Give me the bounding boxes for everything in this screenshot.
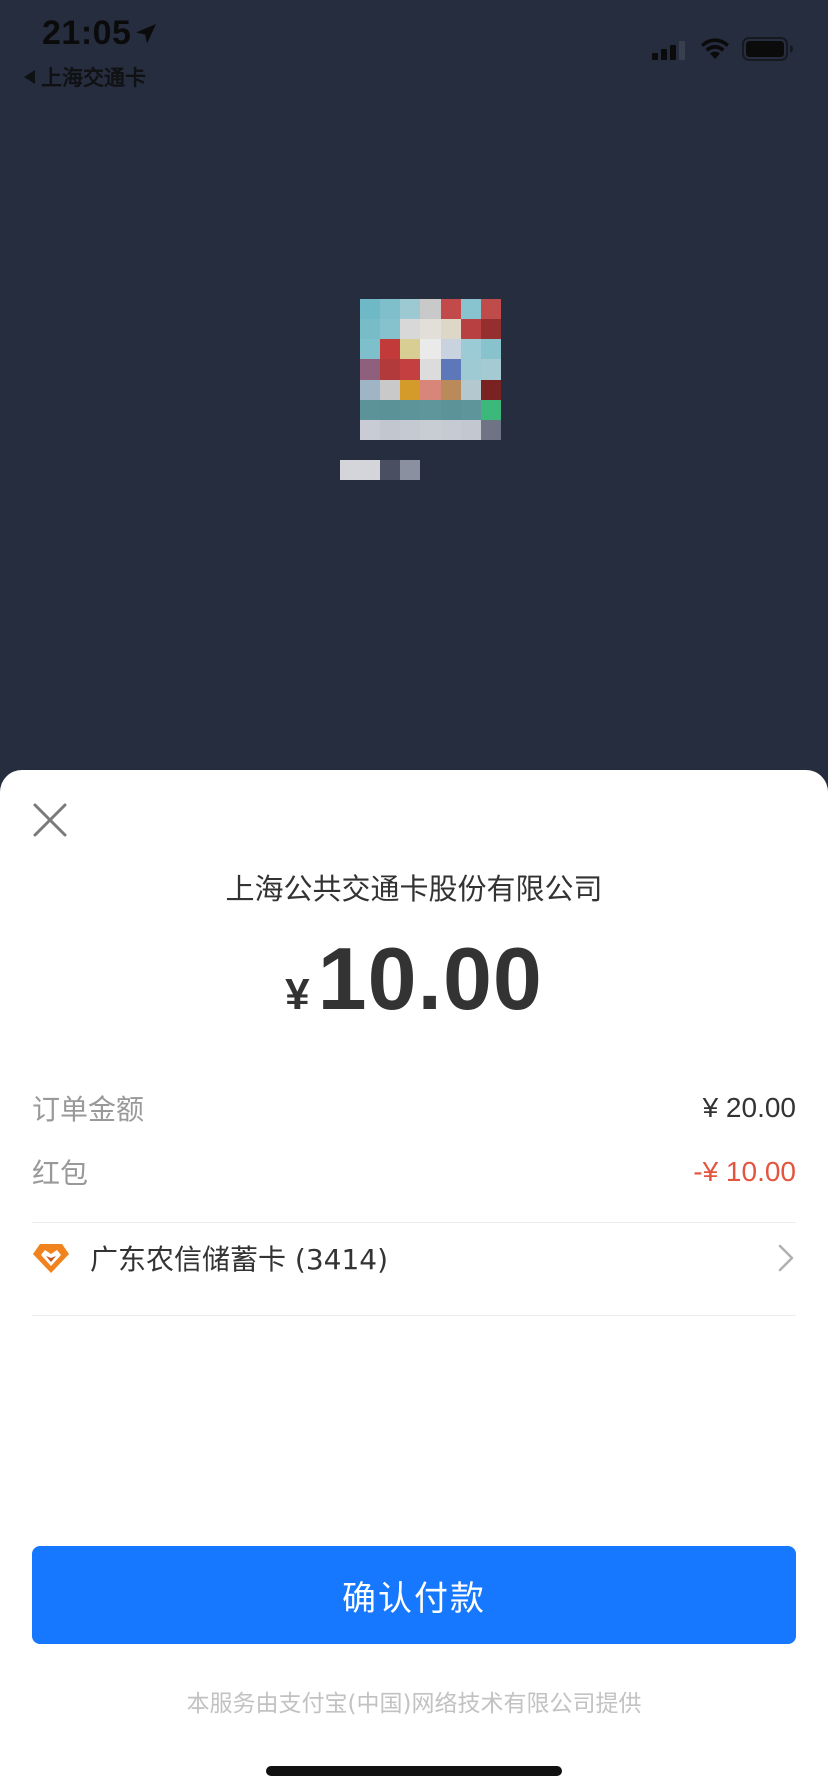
payment-method-label: 广东农信储蓄卡 (3414) <box>90 1243 389 1276</box>
home-indicator[interactable] <box>266 1766 562 1776</box>
order-amount-row: 订单金额 ¥ 20.00 <box>32 1088 796 1128</box>
order-amount-label: 订单金额 <box>32 1093 145 1126</box>
status-time: 21:05 <box>42 14 132 52</box>
pay-amount: ¥ 10.00 <box>0 928 828 1030</box>
merchant-name-pixelated <box>340 460 420 480</box>
confirm-payment-button[interactable]: 确认付款 <box>32 1546 796 1644</box>
back-app-label: 上海交通卡 <box>41 66 146 90</box>
wifi-icon <box>701 38 729 59</box>
currency-symbol: ¥ <box>285 970 310 1019</box>
red-packet-row: 红包 -¥ 10.00 <box>32 1152 796 1192</box>
chevron-right-icon <box>778 1244 794 1272</box>
battery-icon <box>742 37 793 61</box>
service-provider-note: 本服务由支付宝(中国)网络技术有限公司提供 <box>186 1691 642 1717</box>
payment-screen: 21:05 上海交通卡 上海公共交通卡股份有限公司 ¥ 10.00 订单金额 ¥… <box>0 0 828 1792</box>
back-to-app-button[interactable]: 上海交通卡 <box>24 62 146 92</box>
merchant-name: 上海公共交通卡股份有限公司 <box>225 872 603 906</box>
back-triangle-icon <box>24 70 35 84</box>
amount-value: 10.00 <box>317 929 543 1028</box>
payment-method-selector[interactable]: 广东农信储蓄卡 (3414) <box>32 1223 796 1293</box>
bank-card-logo-icon <box>33 1244 69 1273</box>
payment-sheet: 上海公共交通卡股份有限公司 ¥ 10.00 订单金额 ¥ 20.00 红包 -¥… <box>0 770 828 1792</box>
divider <box>32 1315 796 1316</box>
location-arrow-icon <box>136 24 156 44</box>
red-packet-label: 红包 <box>32 1157 89 1190</box>
close-icon[interactable] <box>30 800 70 840</box>
red-packet-discount-value: -¥ 10.00 <box>693 1156 796 1187</box>
merchant-avatar-pixelated <box>360 299 501 440</box>
cellular-signal-icon <box>652 41 685 60</box>
order-amount-value: ¥ 20.00 <box>702 1092 796 1123</box>
